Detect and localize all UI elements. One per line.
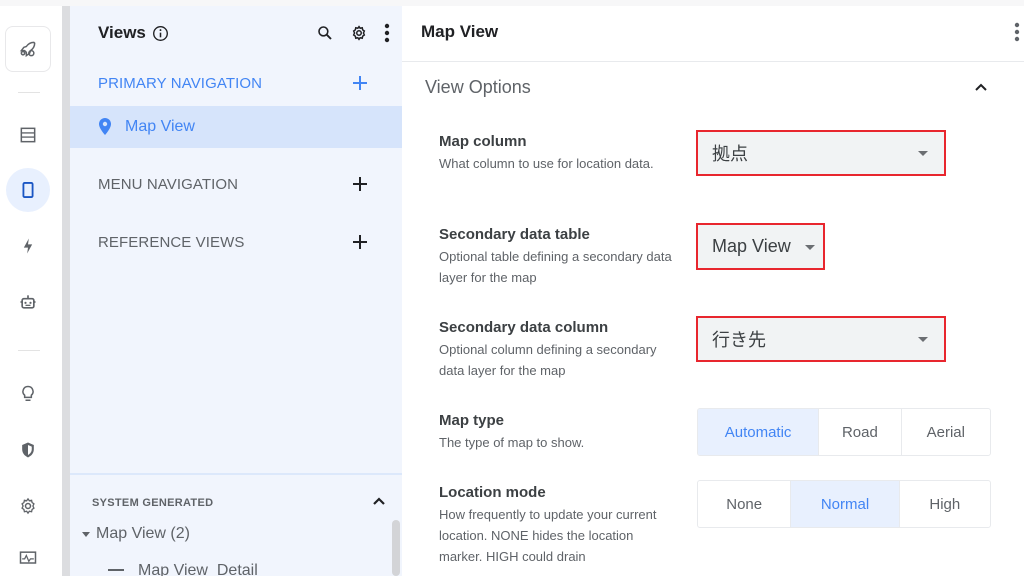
setting-title: Secondary data column	[439, 319, 609, 336]
rail-item-intelligence[interactable]	[6, 372, 50, 416]
setting-description: Optional column defining a secondary dat…	[439, 342, 657, 378]
map-type-automatic[interactable]: Automatic	[698, 409, 820, 455]
setting-title: Secondary data table	[439, 226, 590, 243]
setting-title: Map column	[439, 133, 527, 150]
location-mode-none[interactable]: None	[698, 481, 792, 527]
views-panel: Views PRIMARY NAVIGATION Map View MENU N…	[70, 6, 402, 576]
section-reference-views: REFERENCE VIEWS	[70, 222, 402, 262]
section-menu-navigation: MENU NAVIGATION	[70, 164, 402, 204]
rail-item-security[interactable]	[6, 428, 50, 472]
chevron-up-icon[interactable]	[974, 81, 988, 93]
tree-item-label: Map View_Detail	[138, 562, 258, 576]
rail-divider	[18, 350, 40, 351]
rail-gutter	[62, 6, 70, 576]
gear-icon[interactable]	[350, 24, 368, 42]
secondary-data-table-select[interactable]: Map View	[696, 223, 825, 270]
setting-map-type: Map type The type of map to show.	[439, 411, 689, 453]
section-label: PRIMARY NAVIGATION	[98, 74, 263, 92]
add-primary-view-button[interactable]	[352, 75, 368, 91]
setting-description: What column to use for location data.	[439, 156, 654, 171]
add-reference-view-button[interactable]	[352, 234, 368, 250]
left-rail	[0, 6, 62, 576]
rail-item-app[interactable]	[6, 168, 50, 212]
location-mode-segmented: None Normal High	[697, 480, 991, 528]
main-header: Map View	[402, 6, 1024, 62]
automation-bolt-icon	[23, 238, 33, 254]
setting-description: How frequently to update your current lo…	[439, 507, 657, 564]
setting-location-mode: Location mode How frequently to update y…	[439, 483, 669, 567]
system-generated-label: SYSTEM GENERATED	[92, 497, 214, 509]
caret-down-icon	[805, 244, 815, 250]
section-label: MENU NAVIGATION	[98, 175, 239, 193]
setting-map-column: Map column What column to use for locati…	[439, 132, 669, 174]
rail-item-automation[interactable]	[6, 224, 50, 268]
panel-scrollbar[interactable]	[392, 520, 400, 576]
main-content: Map View View Options Map column What co…	[402, 6, 1024, 576]
search-icon[interactable]	[316, 24, 334, 42]
select-value: 拠点	[712, 144, 748, 164]
page-title: Map View	[421, 22, 499, 41]
views-panel-actions	[316, 20, 390, 46]
tree-group-label: Map View (2)	[96, 525, 190, 542]
location-mode-high[interactable]: High	[900, 481, 990, 527]
app-root: Views PRIMARY NAVIGATION Map View MENU N…	[0, 0, 1024, 576]
view-options-header[interactable]: View Options	[402, 63, 1024, 111]
setting-secondary-data-column: Secondary data column Optional column de…	[439, 318, 679, 381]
secondary-data-column-select[interactable]: 行き先	[696, 316, 946, 362]
map-type-segmented: Automatic Road Aerial	[697, 408, 991, 456]
more-vert-icon[interactable]	[384, 23, 390, 43]
location-pin-icon	[99, 118, 111, 135]
data-table-icon	[20, 127, 36, 143]
map-type-road[interactable]: Road	[819, 409, 902, 455]
chevron-up-icon[interactable]	[372, 494, 386, 508]
nav-item-map-view[interactable]: Map View	[70, 106, 402, 148]
panel-divider	[70, 473, 402, 475]
select-value: Map View	[712, 236, 791, 256]
add-menu-view-button[interactable]	[352, 176, 368, 192]
rail-divider	[18, 92, 40, 93]
more-vert-icon[interactable]	[1014, 22, 1020, 42]
info-icon[interactable]	[152, 25, 169, 42]
caret-down-icon	[918, 151, 928, 156]
tree-item-map-view-detail[interactable]: Map View_Detail	[108, 562, 258, 576]
lightbulb-icon	[22, 385, 34, 401]
mobile-app-icon	[22, 182, 34, 198]
monitor-icon	[19, 551, 37, 564]
section-label: REFERENCE VIEWS	[98, 233, 245, 251]
location-mode-normal[interactable]: Normal	[791, 481, 900, 527]
rocket-icon	[19, 41, 36, 58]
setting-title: Location mode	[439, 484, 546, 501]
views-panel-title: Views	[98, 23, 146, 42]
detail-view-icon	[108, 569, 124, 576]
rail-item-data[interactable]	[6, 113, 50, 157]
view-options-title: View Options	[425, 77, 531, 97]
section-primary-navigation: PRIMARY NAVIGATION	[70, 63, 402, 103]
setting-description: Optional table defining a secondary data…	[439, 249, 672, 285]
caret-down-icon	[918, 337, 928, 342]
rail-item-home[interactable]	[5, 26, 51, 72]
rail-item-settings[interactable]	[6, 484, 50, 528]
setting-title: Map type	[439, 412, 505, 429]
map-type-aerial[interactable]: Aerial	[902, 409, 990, 455]
bot-icon	[20, 295, 36, 309]
nav-item-label: Map View	[125, 118, 195, 135]
setting-description: The type of map to show.	[439, 435, 585, 450]
rail-item-bots[interactable]	[6, 280, 50, 324]
settings-gear-icon	[21, 497, 35, 515]
tree-group-map-view[interactable]: Map View (2)	[82, 525, 190, 543]
caret-down-icon	[82, 531, 90, 537]
map-column-select[interactable]: 拠点	[696, 130, 946, 176]
select-value: 行き先	[712, 330, 766, 350]
setting-secondary-data-table: Secondary data table Optional table defi…	[439, 225, 679, 288]
rail-item-monitor[interactable]	[6, 536, 50, 576]
security-shield-icon	[22, 442, 34, 458]
